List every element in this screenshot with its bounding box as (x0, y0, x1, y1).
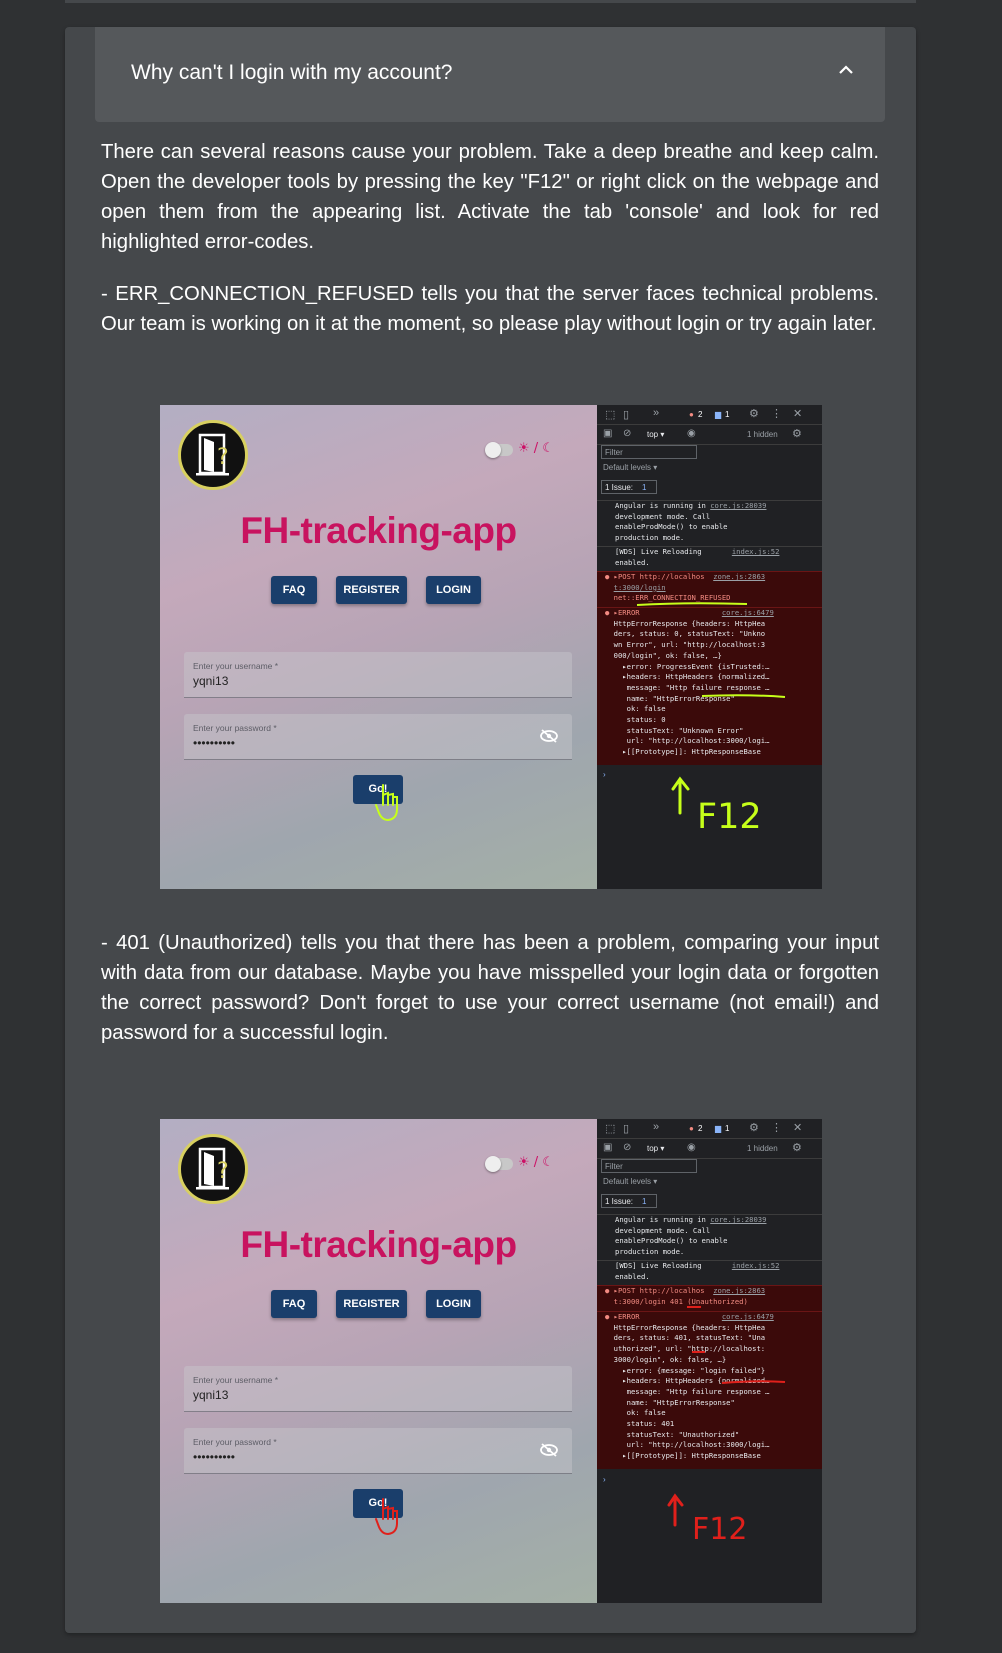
faq-card: Why can't I login with my account? There… (65, 27, 916, 1633)
password-field[interactable]: Enter your password * •••••••••• (184, 714, 572, 760)
sun-moon-icon: ☀ / ☾ (518, 441, 554, 456)
login-button[interactable]: LOGIN (426, 576, 481, 604)
faq-question-title: Why can't I login with my account? (131, 61, 453, 84)
pointer-hand-icon (375, 1498, 398, 1536)
f12-annotation: F12 (697, 797, 762, 837)
screenshot-connection-refused: ? ☀ / ☾ FH-tracking-app FAQ REGISTER LOG… (160, 405, 822, 889)
faq-button[interactable]: FAQ (271, 576, 317, 604)
register-button[interactable]: REGISTER (336, 1290, 407, 1318)
password-field[interactable]: Enter your password * •••••••••• (184, 1428, 572, 1474)
svg-text:?: ? (217, 1159, 229, 1184)
username-field[interactable]: Enter your username * yqni13 (184, 652, 572, 698)
sun-moon-icon: ☀ / ☾ (518, 1155, 554, 1170)
devtools-panel: ⬚ ▯ » ● 2 ▆ 1 ⚙ ⋮ ✕ ▣ ⊘ top ▾ ◉ 1 hidden… (597, 1119, 822, 1603)
password-value: •••••••••• (193, 736, 236, 750)
app-preview: ? ☀ / ☾ FH-tracking-app FAQ REGISTER LOG… (160, 1119, 597, 1603)
faq-item-connection-refused: - ERR_CONNECTION_REFUSED tells you that … (101, 283, 879, 335)
password-value: •••••••••• (193, 1450, 236, 1464)
faq-item-unauthorized: - 401 (Unauthorized) tells you that ther… (101, 932, 879, 1044)
app-logo: ? (178, 1134, 248, 1204)
pointer-hand-icon (375, 784, 398, 822)
eye-off-icon[interactable] (540, 729, 558, 743)
eye-off-icon[interactable] (540, 1443, 558, 1457)
theme-toggle[interactable] (485, 1156, 513, 1172)
username-value: yqni13 (193, 674, 229, 688)
chevron-up-icon[interactable] (839, 63, 853, 77)
app-logo: ? (178, 420, 248, 490)
previous-card-edge (65, 0, 916, 3)
theme-toggle[interactable] (485, 442, 513, 458)
devtools-panel: ⬚ ▯ » ● 2 ▆ 1 ⚙ ⋮ ✕ ▣ ⊘ top ▾ ◉ 1 hidden… (597, 405, 822, 889)
username-field[interactable]: Enter your username * yqni13 (184, 1366, 572, 1412)
password-label: Enter your password * (193, 723, 277, 733)
username-label: Enter your username * (193, 661, 279, 671)
faq-button[interactable]: FAQ (271, 1290, 317, 1318)
username-value: yqni13 (193, 1388, 229, 1402)
screenshot-unauthorized: ? ☀ / ☾ FH-tracking-app FAQ REGISTER LOG… (160, 1119, 822, 1603)
username-label: Enter your username * (193, 1375, 279, 1385)
register-button[interactable]: REGISTER (336, 576, 407, 604)
login-button[interactable]: LOGIN (426, 1290, 481, 1318)
svg-text:?: ? (217, 445, 229, 470)
f12-annotation: F12 (692, 1512, 748, 1547)
app-title: FH-tracking-app (240, 510, 517, 551)
faq-question-header[interactable]: Why can't I login with my account? (95, 27, 885, 122)
app-preview: ? ☀ / ☾ FH-tracking-app FAQ REGISTER LOG… (160, 405, 597, 889)
faq-intro-text: There can several reasons cause your pro… (101, 141, 879, 253)
app-title: FH-tracking-app (240, 1224, 517, 1265)
password-label: Enter your password * (193, 1437, 277, 1447)
